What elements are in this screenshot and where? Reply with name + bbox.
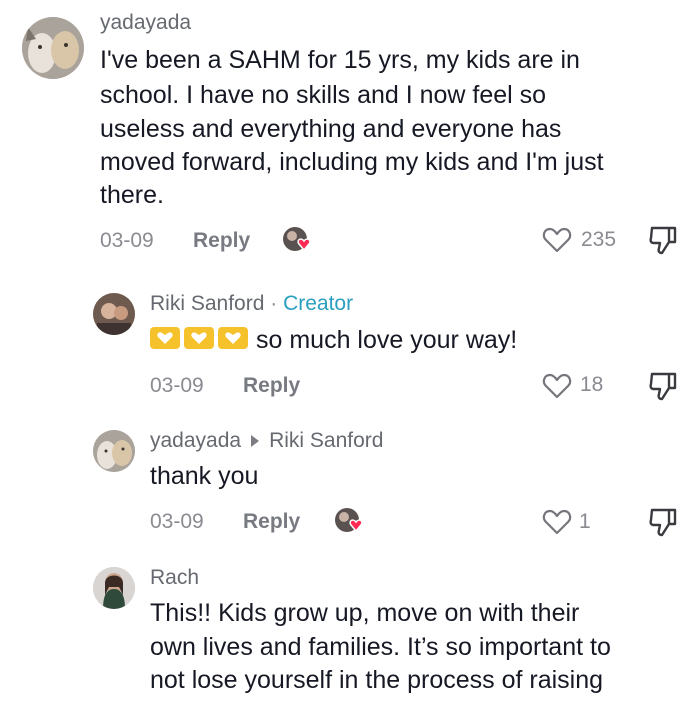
creator-badge: Creator — [283, 292, 354, 315]
avatar[interactable] — [93, 567, 135, 609]
username-text[interactable]: yadayada — [150, 429, 241, 452]
thumbs-down-icon[interactable] — [648, 224, 678, 261]
comment-date: 03-09 — [150, 510, 204, 533]
reply-button[interactable]: Reply — [193, 229, 250, 253]
avatar[interactable] — [22, 17, 84, 79]
comment-text-content: so much love your way! — [256, 326, 518, 354]
like-count: 1 — [579, 510, 591, 533]
like-count: 18 — [580, 373, 604, 396]
reply-button[interactable]: Reply — [243, 374, 300, 398]
comment-text-line: This!! Kids grow up, move on with their — [150, 599, 580, 627]
comment-text-line: own lives and families. It’s so importan… — [150, 633, 611, 661]
comment-text-line: useless and everything and everyone has — [100, 115, 562, 143]
avatar[interactable] — [93, 430, 135, 472]
username[interactable]: yadayada — [100, 11, 191, 35]
comment-date: 03-09 — [150, 374, 204, 397]
username[interactable]: Rach — [150, 566, 199, 590]
thumbs-down-icon[interactable] — [648, 506, 678, 543]
creator-heart-badge-icon — [333, 505, 369, 542]
yellow-heart-emoji-icon — [150, 325, 250, 358]
separator: · — [270, 292, 278, 315]
comment-text: thank you — [150, 462, 259, 490]
reply-button[interactable]: Reply — [243, 510, 300, 534]
thumbs-down-icon[interactable] — [648, 370, 678, 407]
heart-outline-icon[interactable] — [542, 226, 572, 259]
comment-text-line: school. I have no skills and I now feel … — [100, 81, 547, 109]
comment-text-line: I've been a SAHM for 15 yrs, my kids are… — [100, 46, 580, 74]
heart-outline-icon[interactable] — [542, 508, 572, 541]
comment-text-line: moved forward, including my kids and I'm… — [100, 148, 604, 176]
username[interactable]: Riki Sanford · Creator — [150, 292, 353, 316]
creator-heart-badge-icon — [281, 224, 317, 261]
comment-date: 03-09 — [100, 229, 154, 252]
heart-outline-icon[interactable] — [542, 372, 572, 405]
reply-to-username[interactable]: Riki Sanford — [269, 429, 383, 452]
reply-arrow-icon — [251, 434, 260, 447]
avatar[interactable] — [93, 293, 135, 335]
comment-text-line: not lose yourself in the process of rais… — [150, 666, 604, 694]
comment-text: so much love your way! — [150, 324, 517, 358]
username-text[interactable]: Riki Sanford — [150, 292, 264, 315]
like-count: 235 — [581, 228, 617, 251]
username[interactable]: yadayada Riki Sanford — [150, 429, 383, 453]
comment-text-line: there. — [100, 181, 164, 209]
